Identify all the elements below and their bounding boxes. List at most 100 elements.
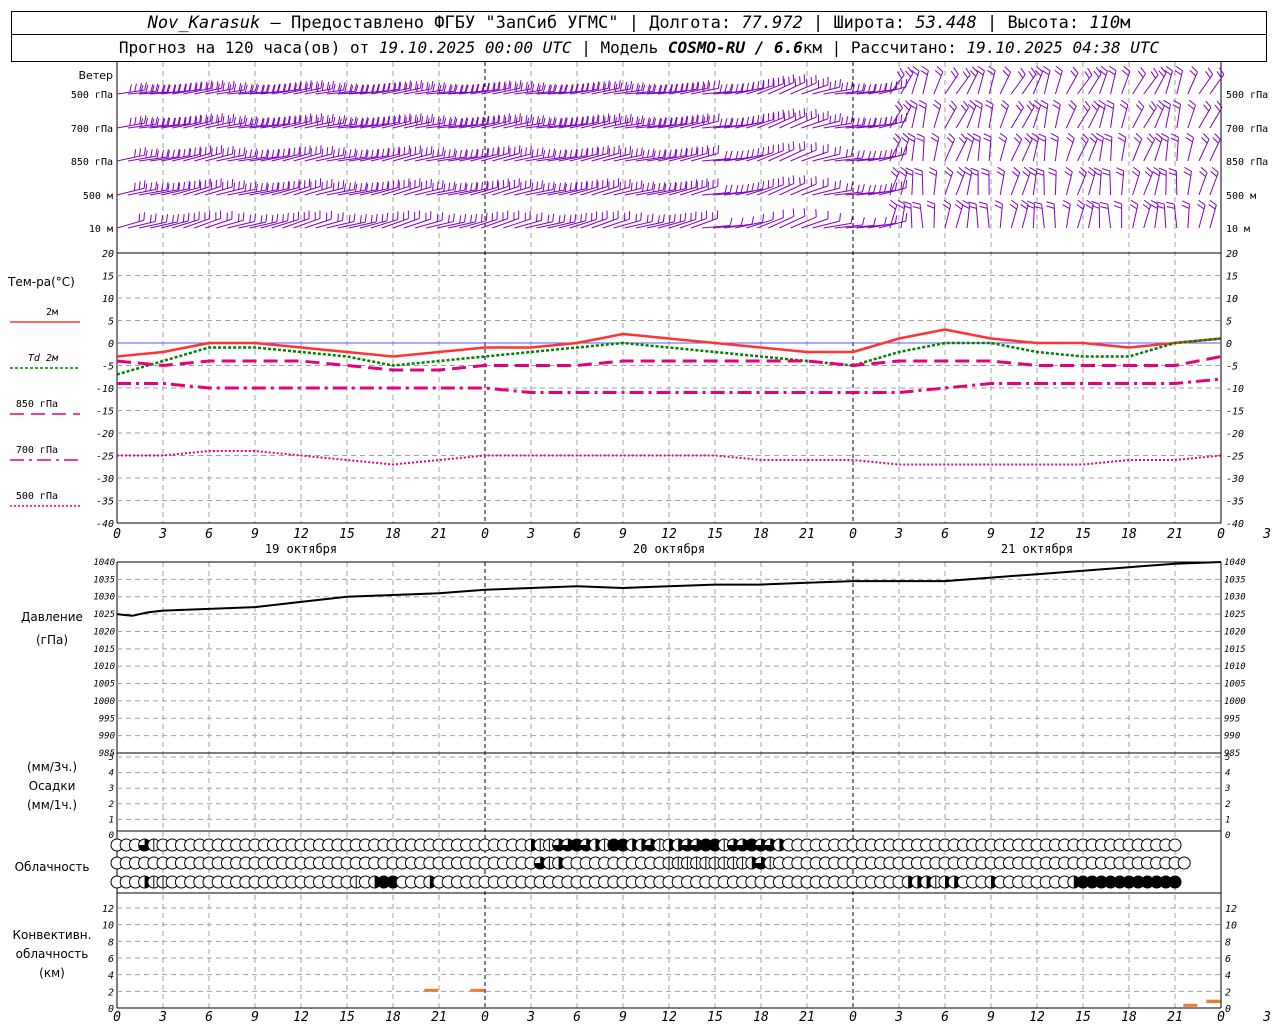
conv-tick-right: 2 <box>1225 987 1231 998</box>
pressure-tick-right: 1020 <box>1224 627 1246 637</box>
wind-barb-tick <box>260 149 264 158</box>
wind-barb <box>1154 105 1165 129</box>
wind-barb-tick <box>970 167 979 172</box>
wind-barb-tick <box>210 80 213 89</box>
wind-barb-tick <box>454 150 458 159</box>
wind-barb <box>1187 71 1198 95</box>
wind-level-label-right: 500 м <box>1226 191 1256 202</box>
wind-barb-tick <box>1038 133 1047 138</box>
wind-barb-tick <box>1214 133 1221 140</box>
temp-tick-right: 20 <box>1226 249 1238 260</box>
wind-barb-tick <box>238 181 240 190</box>
wind-barb-tick <box>326 147 329 156</box>
wind-barb-tick <box>1117 137 1126 143</box>
wind-barb-tick <box>145 150 148 159</box>
wind-barb-tick <box>403 146 406 155</box>
hour-label-upper: 3 <box>894 527 903 542</box>
wind-barb-tick <box>552 148 556 157</box>
wind-barb-tick <box>861 217 865 226</box>
wind-barb-tick <box>900 80 903 89</box>
wind-barb-tick <box>642 150 645 159</box>
wind-barb <box>1088 106 1100 129</box>
wind-barb-tick <box>470 182 473 191</box>
wind-barb-tick <box>845 82 849 91</box>
wind-barb-tick <box>547 214 550 223</box>
wind-barb-tick <box>626 84 629 93</box>
wind-barb-tick <box>916 133 925 138</box>
wind-barb-tick <box>172 149 175 158</box>
wind-barb-tick <box>988 65 996 72</box>
wind-barb-tick <box>442 115 445 124</box>
wind-barb-tick <box>803 175 806 184</box>
wind-barb-tick <box>344 117 347 126</box>
temp-panel-title: Тем-ра(°C) <box>7 275 75 289</box>
wind-barb-tick <box>496 179 499 188</box>
wind-barb-tick <box>1042 65 1051 72</box>
wind-barb-tick <box>515 83 518 92</box>
wind-barb-tick <box>1050 137 1058 142</box>
wind-barb-tick <box>1004 66 1011 73</box>
wind-barb <box>1187 105 1197 129</box>
wind-barb-tick <box>868 118 872 127</box>
wind-barb-tick <box>845 116 849 125</box>
wind-barb-tick <box>751 216 755 225</box>
wind-barb-tick <box>729 150 733 159</box>
wind-barb-tick <box>1113 205 1122 209</box>
wind-barb-tick <box>965 67 971 75</box>
wind-barb <box>910 203 913 229</box>
wind-barb-tick <box>134 83 137 92</box>
wind-barb-tick <box>585 212 587 221</box>
wind-barb-tick <box>529 179 532 188</box>
wind-barb-tick <box>879 83 882 92</box>
wind-barb-tick <box>381 181 384 190</box>
wind-barb-tick <box>228 117 231 126</box>
wind-barb-tick <box>717 113 720 122</box>
wind-barb-tick <box>914 168 923 172</box>
wind-barb-tick <box>1106 100 1115 105</box>
wind-barb-tick <box>1188 99 1196 106</box>
wind-barb-tick <box>574 213 577 222</box>
wind-barb <box>1121 104 1129 129</box>
wind-barb <box>1175 170 1178 196</box>
wind-barb-tick <box>271 149 275 158</box>
wind-barb-tick <box>370 214 373 224</box>
wind-barb-tick <box>1130 199 1139 205</box>
wind-barb-tick <box>1046 201 1055 205</box>
wind-barb-tick <box>537 118 541 127</box>
wind-barb-tick <box>856 83 860 92</box>
wind-barb-tick <box>1087 67 1093 76</box>
wind-barb <box>955 172 966 196</box>
wind-barb-tick <box>315 81 318 90</box>
wind-barb-tick <box>244 117 248 126</box>
wind-barb-tick <box>879 117 882 126</box>
wind-barb-tick <box>717 145 720 154</box>
wind-barb-tick <box>762 147 765 156</box>
temp-tick-right: -40 <box>1226 519 1244 530</box>
wind-barb-tick <box>316 83 320 92</box>
wind-barb-tick <box>1034 206 1043 209</box>
wind-barb-tick <box>205 81 208 90</box>
wind-barb <box>1041 204 1045 229</box>
wind-barb-tick <box>315 146 317 155</box>
wind-barb-tick <box>502 146 505 155</box>
hour-label-lower: 21 <box>1167 1010 1183 1024</box>
wind-barb-tick <box>799 177 801 186</box>
hour-label-upper: 6 <box>573 527 581 542</box>
conv-cloud-bar <box>1183 1003 1198 1007</box>
wind-barb-tick <box>707 148 710 157</box>
wind-barb-tick <box>414 146 417 155</box>
precip-tick-right: 4 <box>1225 769 1230 779</box>
wind-barb <box>1088 171 1096 196</box>
wind-barb-tick <box>1099 201 1108 205</box>
wind-barb-tick <box>443 150 446 159</box>
temp-tick-right: -20 <box>1226 429 1244 440</box>
wind-barb-tick <box>868 84 872 93</box>
wind-barb <box>304 186 332 196</box>
pressure-tick-right: 1015 <box>1224 645 1246 655</box>
temp-tick-right: -5 <box>1226 362 1238 373</box>
wind-barb-tick <box>149 214 152 223</box>
wind-barb-tick <box>642 117 645 126</box>
wind-barb <box>999 72 1011 95</box>
wind-barb-tick <box>1093 70 1100 78</box>
hour-label-lower: 9 <box>251 1010 259 1024</box>
